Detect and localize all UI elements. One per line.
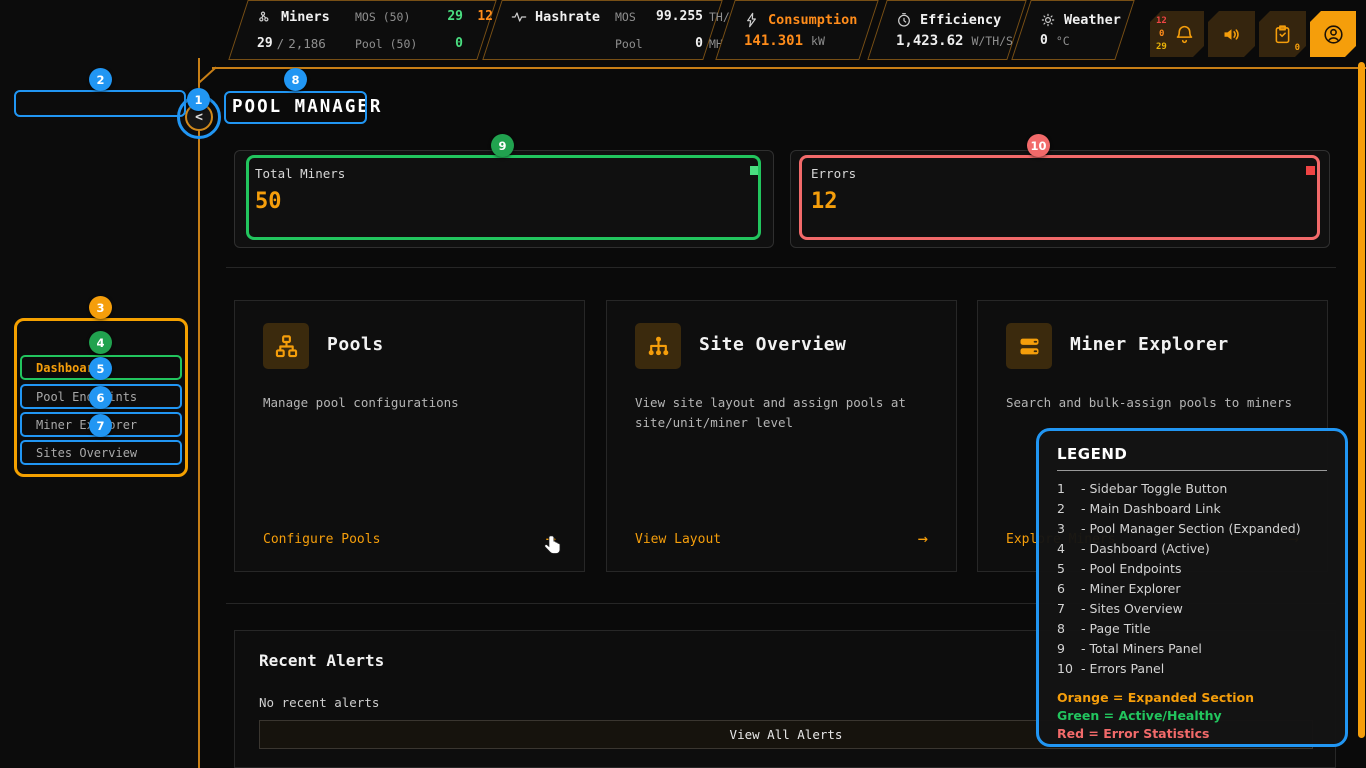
site-overview-card[interactable]: Site Overview View site layout and assig… xyxy=(606,300,957,572)
stat-label: Errors xyxy=(811,166,856,181)
legend-item: 3- Pool Manager Section (Expanded) xyxy=(1057,519,1327,539)
legend-item: 7- Sites Overview xyxy=(1057,599,1327,619)
header-efficiency-panel: Efficiency 1,423.62 W/TH/S xyxy=(867,0,1026,60)
legend-item: 10- Errors Panel xyxy=(1057,659,1327,679)
consumption-icon xyxy=(744,12,760,28)
tasks-button[interactable]: 0 xyxy=(1259,11,1306,57)
sound-button[interactable] xyxy=(1208,11,1255,57)
header-weather-panel: Weather 0 °C xyxy=(1011,0,1134,60)
user-menu-button[interactable] xyxy=(1310,11,1356,57)
status-square-red xyxy=(1306,166,1315,175)
hashrate-icon xyxy=(511,9,527,25)
site-overview-card-icon xyxy=(635,323,681,369)
notifications-bell-icon xyxy=(1174,24,1195,45)
card-title: Miner Explorer xyxy=(1070,334,1229,355)
miners-icon xyxy=(257,9,273,25)
legend-panel: LEGEND 1- Sidebar Toggle Button 2- Main … xyxy=(1036,428,1348,747)
miner-explorer-card-icon xyxy=(1006,323,1052,369)
sidebar-item-pm-dashboard[interactable]: Dashboard xyxy=(20,355,182,380)
speaker-icon xyxy=(1221,24,1242,45)
legend-item: 4- Dashboard (Active) xyxy=(1057,539,1327,559)
card-description: Manage pool configurations xyxy=(263,393,559,413)
header-miners-panel: Miners MOS (50) 29129 29/2,186 Pool (50)… xyxy=(228,0,496,60)
arrow-right-icon: → xyxy=(546,529,556,549)
sidebar-border xyxy=(198,58,200,768)
sidebar-item-pm-miner-explorer[interactable]: Miner Explorer xyxy=(20,412,182,437)
card-description: View site layout and assign pools at sit… xyxy=(635,393,931,433)
annotation-badge-8: 8 xyxy=(284,68,307,91)
total-miners-panel: Total Miners 50 xyxy=(234,150,774,248)
legend-note-red: Red = Error Statistics xyxy=(1057,725,1327,743)
section-divider xyxy=(226,267,1336,268)
clipboard-icon xyxy=(1272,24,1293,45)
notifications-button[interactable]: 12 0 29 xyxy=(1150,11,1204,57)
stat-value: 12 xyxy=(811,189,838,214)
sidebar-toggle-button[interactable]: < xyxy=(185,103,213,131)
legend-note-orange: Orange = Expanded Section xyxy=(1057,689,1327,707)
recent-alerts-empty-message: No recent alerts xyxy=(259,695,379,710)
main-top-border xyxy=(212,67,1366,69)
legend-title: LEGEND xyxy=(1057,445,1327,463)
efficiency-icon xyxy=(896,12,912,28)
legend-item: 5- Pool Endpoints xyxy=(1057,559,1327,579)
header-consumption-panel: Consumption 141.301 kW xyxy=(715,0,878,60)
legend-note-green: Green = Active/Healthy xyxy=(1057,707,1327,725)
legend-item: 1- Sidebar Toggle Button xyxy=(1057,479,1327,499)
status-square-green xyxy=(750,166,759,175)
pools-card[interactable]: Pools Manage pool configurations Configu… xyxy=(234,300,585,572)
collapse-chevron-icon: < xyxy=(195,110,203,125)
card-description: Search and bulk-assign pools to miners xyxy=(1006,393,1302,413)
recent-alerts-title: Recent Alerts xyxy=(259,651,384,670)
header-hashrate-panel: Hashrate MOS 99.255 TH/s Pool 0 MH/s xyxy=(482,0,722,60)
legend-item: 6- Miner Explorer xyxy=(1057,579,1327,599)
user-icon xyxy=(1323,24,1344,45)
card-title: Pools xyxy=(327,334,384,355)
legend-item: 9- Total Miners Panel xyxy=(1057,639,1327,659)
vertical-scrollbar[interactable] xyxy=(1358,62,1365,738)
errors-panel: Errors 12 xyxy=(790,150,1330,248)
legend-divider xyxy=(1057,470,1327,471)
sidebar-item-pm-pool-endpoints[interactable]: Pool Endpoints xyxy=(20,384,182,409)
sidebar-item-pm-sites-overview[interactable]: Sites Overview xyxy=(20,440,182,465)
stat-label: Total Miners xyxy=(255,166,345,181)
card-title: Site Overview xyxy=(699,334,846,355)
configure-pools-link[interactable]: Configure Pools xyxy=(263,532,380,547)
view-layout-link[interactable]: View Layout xyxy=(635,532,721,547)
pools-card-icon xyxy=(263,323,309,369)
page-title: POOL MANAGER xyxy=(232,97,382,117)
legend-item: 2- Main Dashboard Link xyxy=(1057,499,1327,519)
main-top-bevel xyxy=(198,67,216,84)
weather-icon xyxy=(1040,12,1056,28)
stat-value: 50 xyxy=(255,189,282,214)
arrow-right-icon: → xyxy=(918,529,928,549)
legend-item: 8- Page Title xyxy=(1057,619,1327,639)
